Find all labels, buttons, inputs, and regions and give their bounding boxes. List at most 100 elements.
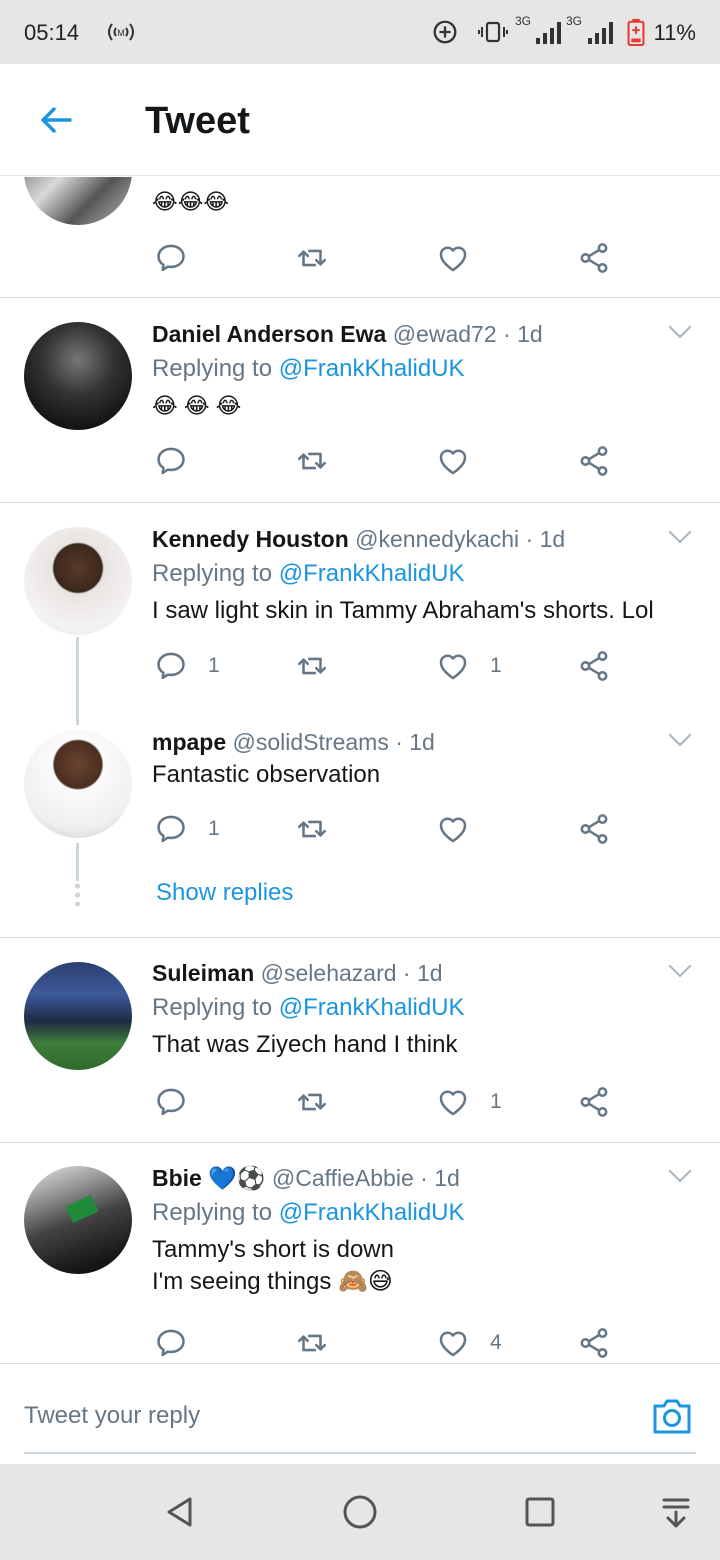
- heart-icon: [436, 1085, 470, 1119]
- reply-bubble-icon: [154, 1326, 188, 1360]
- tweet-time: · 1d: [420, 1165, 460, 1191]
- tweet-item[interactable]: mpape @solidStreams · 1d Fantastic obser…: [0, 707, 720, 937]
- heart-icon: [436, 241, 470, 275]
- triangle-back-icon[interactable]: [160, 1492, 200, 1532]
- reply-count: 1: [208, 654, 220, 677]
- mention-link[interactable]: @FrankKhalidUK: [279, 994, 465, 1021]
- chevron-down-icon[interactable]: [668, 963, 692, 979]
- tweet-item[interactable]: Daniel Anderson Ewa @ewad72 · 1d Replyin…: [0, 298, 720, 502]
- reply-button[interactable]: [154, 238, 208, 278]
- tweet-item[interactable]: Bbie 💙⚽ @CaffieAbbie · 1d Replying to @F…: [0, 1143, 720, 1363]
- reply-button[interactable]: [154, 441, 208, 481]
- tweet-time: · 1d: [395, 729, 435, 755]
- share-icon: [577, 1085, 611, 1119]
- replying-prefix: Replying to: [152, 1199, 273, 1226]
- like-button[interactable]: 1: [436, 1082, 502, 1122]
- thread-dots-icon: [74, 883, 81, 907]
- share-button[interactable]: [577, 1323, 611, 1363]
- tweet-text: 😂😂😂: [152, 189, 230, 214]
- network-type-label: 3G: [515, 14, 532, 28]
- author-name[interactable]: Kennedy Houston: [152, 526, 349, 552]
- reply-button[interactable]: 1: [154, 809, 220, 849]
- share-button[interactable]: [577, 1082, 611, 1122]
- square-recents-icon[interactable]: [520, 1492, 560, 1532]
- chevron-down-icon[interactable]: [668, 732, 692, 748]
- avatar[interactable]: [24, 527, 132, 635]
- mention-link[interactable]: @FrankKhalidUK: [279, 560, 465, 587]
- replies-feed[interactable]: 😂😂😂 Daniel Anderson Ewa @ewad72 · 1d Rep…: [0, 177, 720, 1363]
- arrow-left-icon[interactable]: [36, 100, 76, 140]
- author-handle[interactable]: @CaffieAbbie: [272, 1165, 414, 1191]
- like-button[interactable]: [436, 809, 490, 849]
- like-button[interactable]: [436, 441, 490, 481]
- camera-icon[interactable]: [651, 1396, 693, 1436]
- tweet-actions: 4: [152, 1323, 712, 1363]
- retweet-button[interactable]: [295, 441, 329, 481]
- retweet-button[interactable]: [295, 1082, 329, 1122]
- author-handle[interactable]: @kennedykachi: [355, 526, 519, 552]
- author-name[interactable]: Suleiman: [152, 960, 254, 986]
- mention-link[interactable]: @FrankKhalidUK: [279, 355, 465, 382]
- tweet-author-line: Daniel Anderson Ewa @ewad72 · 1d: [152, 321, 543, 348]
- retweet-icon: [295, 812, 329, 846]
- like-button[interactable]: [436, 238, 490, 278]
- retweet-button[interactable]: [295, 1323, 329, 1363]
- reply-button[interactable]: 1: [154, 646, 220, 686]
- chevron-down-icon[interactable]: [668, 529, 692, 545]
- share-button[interactable]: [577, 441, 611, 481]
- status-time: 05:14: [24, 20, 80, 45]
- svg-text:M: M: [117, 28, 125, 38]
- reply-count: 1: [208, 817, 220, 840]
- tweet-item[interactable]: Suleiman @selehazard · 1d Replying to @F…: [0, 938, 720, 1142]
- retweet-icon: [295, 1085, 329, 1119]
- author-name[interactable]: Daniel Anderson Ewa: [152, 321, 386, 347]
- chevron-down-icon[interactable]: [668, 324, 692, 340]
- share-icon: [577, 241, 611, 275]
- share-icon: [577, 1326, 611, 1360]
- retweet-icon: [295, 241, 329, 275]
- tweet-item[interactable]: 😂😂😂: [0, 177, 720, 297]
- avatar[interactable]: [24, 322, 132, 430]
- tweet-author-line: Suleiman @selehazard · 1d: [152, 960, 443, 987]
- retweet-button[interactable]: [295, 646, 329, 686]
- mention-link[interactable]: @FrankKhalidUK: [279, 1199, 465, 1226]
- chevron-down-icon[interactable]: [668, 1168, 692, 1184]
- reply-button[interactable]: [154, 1082, 208, 1122]
- tweet-item[interactable]: Kennedy Houston @kennedykachi · 1d Reply…: [0, 503, 720, 707]
- retweet-button[interactable]: [295, 809, 329, 849]
- author-handle[interactable]: @solidStreams: [233, 729, 389, 755]
- share-icon: [577, 812, 611, 846]
- reply-button[interactable]: [154, 1323, 208, 1363]
- replying-to: Replying to @FrankKhalidUK: [152, 1199, 465, 1227]
- author-handle[interactable]: @ewad72: [393, 321, 497, 347]
- share-button[interactable]: [577, 809, 611, 849]
- reply-bubble-icon: [154, 812, 188, 846]
- tweet-text: Fantastic observation: [152, 761, 381, 788]
- circle-home-icon[interactable]: [340, 1492, 380, 1532]
- share-button[interactable]: [577, 238, 611, 278]
- retweet-button[interactable]: [295, 238, 329, 278]
- avatar[interactable]: [24, 962, 132, 1070]
- tweet-text: I saw light skin in Tammy Abraham's shor…: [152, 597, 654, 624]
- share-button[interactable]: [577, 646, 611, 686]
- reply-bubble-icon: [154, 649, 188, 683]
- signal-icon-2: [588, 22, 613, 44]
- tweet-time: · 1d: [503, 321, 543, 347]
- show-replies-link[interactable]: Show replies: [156, 879, 293, 907]
- pull-down-icon[interactable]: [656, 1492, 696, 1532]
- avatar[interactable]: [24, 177, 132, 225]
- battery-icon: [627, 18, 645, 46]
- like-button[interactable]: 1: [436, 646, 502, 686]
- like-button[interactable]: 4: [436, 1323, 502, 1363]
- reply-input[interactable]: Tweet your reply: [24, 1402, 200, 1430]
- author-handle[interactable]: @selehazard: [261, 960, 397, 986]
- status-bar: 05:14 M 3G 3G 11%: [0, 0, 720, 64]
- tweet-actions: 1: [152, 1082, 712, 1122]
- avatar[interactable]: [24, 730, 132, 838]
- heart-icon: [436, 812, 470, 846]
- avatar[interactable]: [24, 1166, 132, 1274]
- share-icon: [577, 444, 611, 478]
- author-name[interactable]: Bbie 💙⚽: [152, 1165, 266, 1191]
- author-name[interactable]: mpape: [152, 729, 226, 755]
- tweet-text: 😂 😂 😂: [152, 393, 242, 418]
